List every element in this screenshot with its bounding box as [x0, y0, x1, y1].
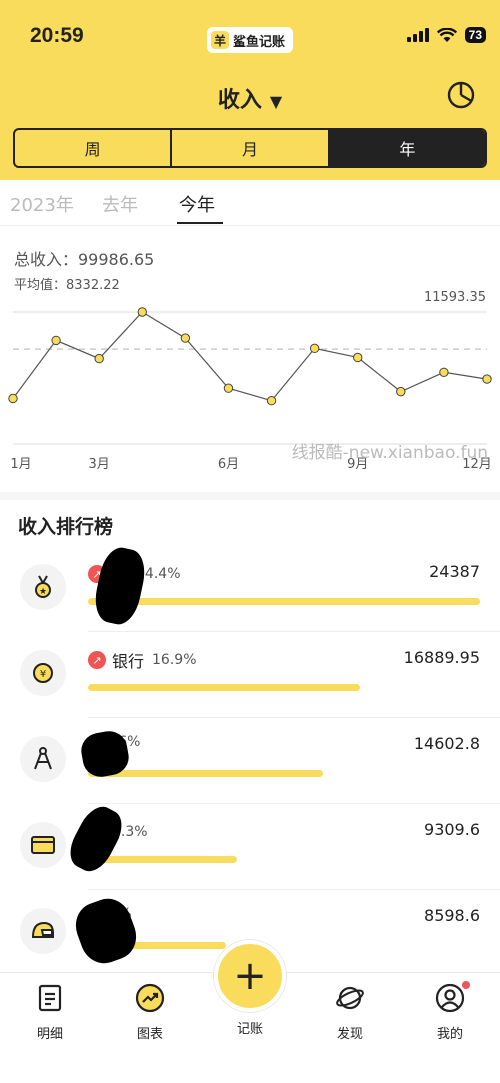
type-selector[interactable]: 收入 ▼ [0, 82, 500, 114]
data-point [266, 396, 277, 406]
income-series-line [12, 311, 488, 402]
data-point [439, 367, 449, 377]
status-bar: 20:59 羊 鲨鱼记账 73 [0, 0, 500, 72]
trend-tag-icon: ↗ [88, 651, 106, 669]
nav-profile[interactable]: 我的 [418, 983, 482, 1042]
income-chart: 总收入：99986.65 平均值：8332.22 11593.35 1月 3月 6月… [0, 226, 500, 492]
data-point [396, 386, 406, 397]
income-ranking: 收入排行榜 ★↗板24.4%24387 ¥ ↗ 银行 16.9% 16889.95 14.6… [0, 500, 500, 972]
share-bar [88, 598, 480, 605]
user-icon [435, 983, 465, 1013]
share-bar [88, 770, 323, 777]
card-icon [20, 822, 66, 868]
category-name: 银行 [112, 652, 145, 671]
active-tab-indicator [177, 222, 223, 224]
x-tick-label: 6月 [218, 457, 239, 472]
period-year-tab[interactable]: 年 [329, 130, 485, 166]
clock: 20:59 [30, 24, 84, 47]
nav-charts-label: 图表 [136, 1027, 163, 1042]
year-tab-last[interactable]: 去年 [102, 191, 138, 217]
battery-indicator: 73 [464, 27, 486, 43]
svg-text:★: ★ [39, 587, 47, 597]
year-tab-current[interactable]: 今年 [179, 191, 215, 217]
ranking-title: 收入排行榜 [18, 516, 114, 538]
nav-details-label: 明细 [36, 1027, 63, 1042]
category-amount: 16889.95 [403, 648, 480, 667]
planet-icon [336, 986, 364, 1010]
app-name: 鲨鱼记账 [233, 34, 286, 50]
status-icons: 73 [406, 27, 486, 43]
add-record-button[interactable]: + [214, 940, 286, 1012]
compass-icon [20, 736, 66, 782]
share-bar [88, 856, 237, 863]
add-record-label: 记账 [236, 1022, 263, 1037]
x-tick-label: 3月 [89, 457, 110, 472]
medal-icon: ★ [20, 564, 66, 610]
nav-discover-label: 发现 [336, 1027, 363, 1042]
notification-dot [462, 981, 470, 989]
category-amount: 24387 [429, 562, 480, 581]
yuan-cycle-icon: ¥ [20, 650, 66, 696]
data-point [8, 393, 18, 404]
category-percent: 16.9% [152, 652, 197, 668]
pie-chart-icon[interactable] [446, 80, 476, 110]
helmet-icon [20, 908, 66, 954]
signal-icon [406, 28, 429, 42]
year-tab-2023[interactable]: 2023年 [10, 191, 74, 217]
svg-text:¥: ¥ [40, 669, 46, 680]
data-point [180, 333, 191, 343]
page-title: 收入 [217, 88, 262, 113]
nav-discover[interactable]: 发现 [318, 983, 382, 1042]
caret-down-icon: ▼ [269, 92, 283, 111]
period-week-tab[interactable]: 周 [15, 130, 173, 166]
data-point [482, 374, 492, 384]
watermark: 线报酷-new.xianbao.fun [291, 443, 488, 463]
wifi-icon [436, 27, 457, 42]
app-indicator: 羊 鲨鱼记账 [207, 27, 294, 53]
period-month-tab[interactable]: 月 [172, 130, 330, 166]
ranking-row[interactable]: ★↗板24.4%24387 [0, 546, 500, 632]
share-bar [88, 684, 360, 691]
data-point [137, 307, 147, 317]
document-list-icon [38, 984, 62, 1012]
data-point [51, 335, 61, 346]
nav-charts[interactable]: 图表 [118, 983, 182, 1042]
ranking-row[interactable]: 14.6%14602.8 [0, 718, 500, 804]
category-amount: 8598.6 [424, 906, 480, 925]
plus-icon: + [233, 953, 267, 999]
trend-chart-icon [135, 983, 165, 1013]
category-amount: 14602.8 [413, 734, 480, 753]
ranking-row[interactable]: ¥ ↗ 银行 16.9% 16889.95 [0, 632, 500, 718]
nav-details[interactable]: 明细 [18, 983, 82, 1042]
ranking-label: ↗ 银行 16.9% [88, 648, 197, 672]
nav-profile-label: 我的 [436, 1027, 463, 1042]
app-logo-icon: 羊 [211, 31, 229, 49]
period-segment: 周 月 年 [13, 128, 487, 168]
data-point [353, 352, 363, 363]
x-tick-label: 1月 [10, 457, 31, 472]
data-point [309, 343, 320, 354]
header: 收入 ▼ 周 月 年 [0, 72, 500, 180]
data-point [94, 353, 104, 364]
data-point [223, 383, 234, 393]
category-amount: 9309.6 [424, 820, 480, 839]
year-tabs: 2023年 去年 今年 [0, 180, 500, 226]
